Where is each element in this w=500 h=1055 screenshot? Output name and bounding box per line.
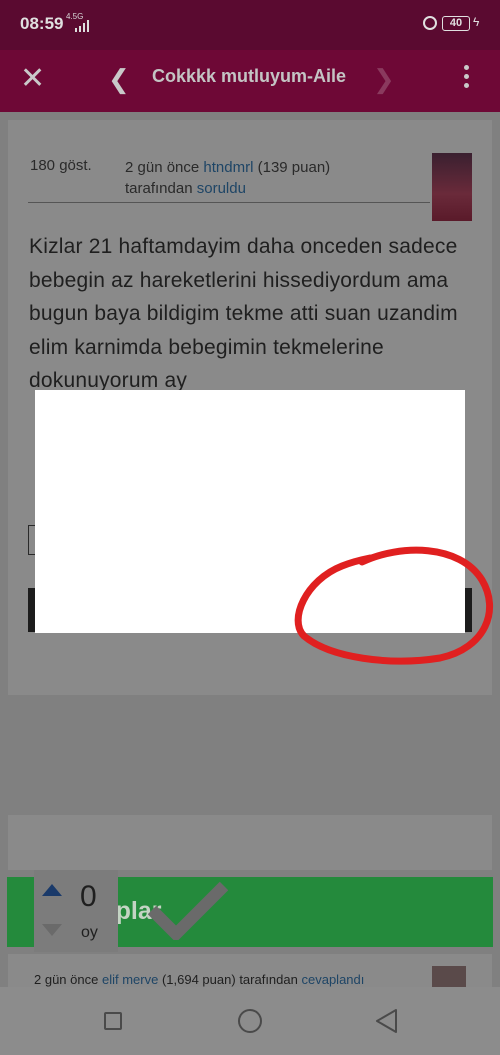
separator-card <box>8 815 492 870</box>
checkmark-icon[interactable] <box>148 880 228 940</box>
more-vert-icon[interactable] <box>462 65 470 95</box>
avatar[interactable] <box>432 153 472 221</box>
close-icon[interactable]: ✕ <box>20 64 45 94</box>
chevron-left-icon[interactable]: ❮ <box>108 64 130 95</box>
recents-icon[interactable] <box>104 1012 122 1030</box>
vote-label: oy <box>81 924 98 941</box>
divider <box>28 202 430 203</box>
question-body: Kizlar 21 haftamdayim daha onceden sadec… <box>29 235 458 392</box>
home-icon[interactable] <box>238 1009 262 1033</box>
chevron-right-icon[interactable]: ❯ <box>373 64 395 95</box>
arrow-up-icon[interactable] <box>42 884 62 896</box>
vote-box: 0 oy <box>34 870 118 952</box>
question-meta: 2 gün önce htndmrl (139 puan) tarafından… <box>125 157 425 199</box>
answer-ago: 2 gün önce <box>34 972 99 987</box>
battery-icon: 40 <box>442 16 470 31</box>
rotation-lock-icon <box>423 16 437 30</box>
answered-link[interactable]: cevaplandı <box>301 972 364 987</box>
vote-count: 0 <box>80 880 97 913</box>
page-title: Cokkkk mutluyum-Aile <box>152 66 347 86</box>
answer-by-text: tarafından <box>239 972 298 987</box>
charging-icon: ϟ <box>473 15 480 29</box>
question-ago: 2 gün önce <box>125 159 200 176</box>
arrow-down-icon[interactable] <box>42 924 62 936</box>
answer-avatar[interactable] <box>432 966 466 987</box>
status-bar: 08:59 4.5G 40 ϟ <box>0 0 500 50</box>
asked-link[interactable]: soruldu <box>197 180 246 197</box>
answer-meta: 2 gün önce elif merve (1,694 puan) taraf… <box>34 972 364 987</box>
view-count: 180 göst. <box>30 157 92 174</box>
signal-icon <box>75 20 89 32</box>
app-bar: ✕ ❮ Cokkkk mutluyum-Aile ❯ <box>0 50 500 112</box>
answer-author-points: (1,694 puan) <box>161 972 236 987</box>
red-circle-annotation <box>294 546 493 665</box>
answer-author-link[interactable]: elif merve <box>102 972 158 987</box>
author-link[interactable]: htndmrl <box>203 159 253 176</box>
by-text: tarafından <box>125 180 193 197</box>
author-points: (139 puan) <box>257 159 331 176</box>
status-time: 08:59 <box>20 14 64 33</box>
back-triangle-icon[interactable] <box>374 1008 398 1034</box>
